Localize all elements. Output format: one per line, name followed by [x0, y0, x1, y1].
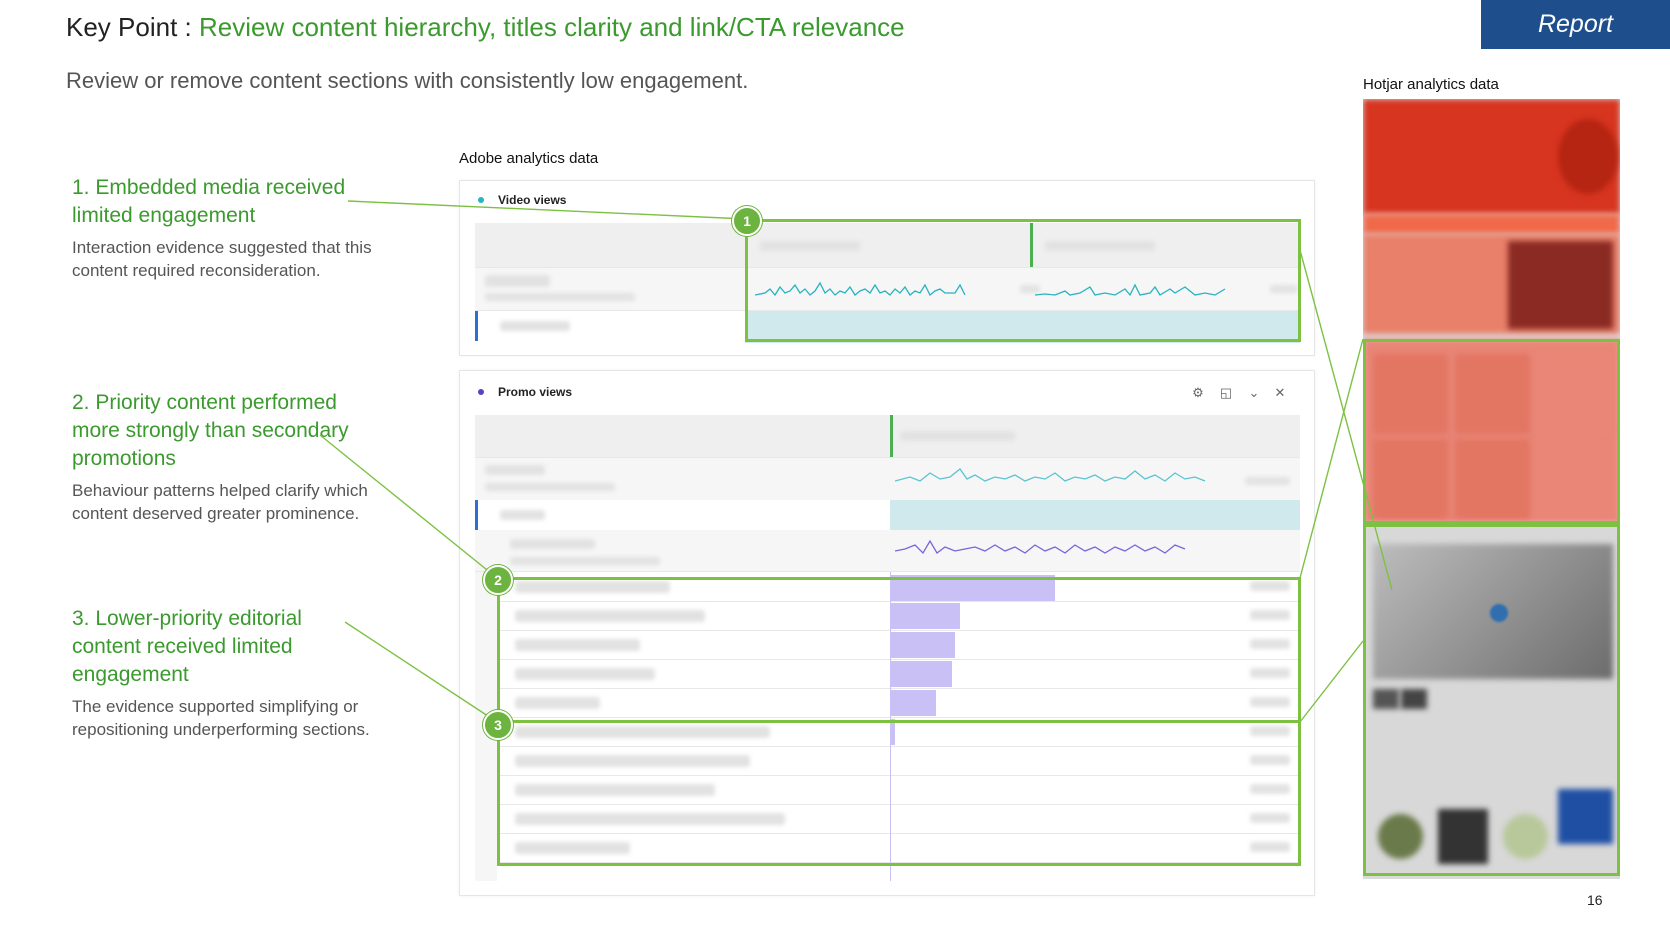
- highlight-editorial-rows: [497, 720, 1301, 866]
- key-point-text: Review content hierarchy, titles clarity…: [198, 12, 905, 42]
- hotjar-analytics-label: Hotjar analytics data: [1363, 76, 1499, 93]
- marker-2: 2: [483, 565, 513, 595]
- point-2-title: 2. Priority content performed more stron…: [72, 391, 349, 470]
- marker-1: 1: [732, 206, 762, 236]
- heatmap-hotspot: [1558, 119, 1618, 194]
- hotjar-heatmap: [1363, 99, 1620, 879]
- point-3-title: 3. Lower-priority editorial content rece…: [72, 607, 302, 686]
- expand-icon[interactable]: ◱: [1218, 385, 1234, 401]
- blurred-label: [510, 539, 595, 549]
- chevron-down-icon[interactable]: ⌄: [1246, 385, 1262, 401]
- video-views-dot: [478, 197, 484, 203]
- blurred-label: [510, 557, 660, 565]
- adobe-analytics-label: Adobe analytics data: [459, 150, 599, 167]
- highlight-priority-rows: [497, 577, 1301, 723]
- row-selected-indicator: [475, 500, 478, 530]
- promo-views-dot: [478, 389, 484, 395]
- point-3-body: The evidence supported simplifying or re…: [72, 697, 370, 739]
- blurred-label: [500, 321, 570, 331]
- heatmap-media-thumb: [1508, 241, 1613, 329]
- page-subtitle: Review or remove content sections with c…: [66, 68, 749, 93]
- row-divider: [475, 457, 1300, 458]
- promo-table-header: [475, 415, 1300, 457]
- blurred-label: [485, 275, 550, 287]
- highlight-video-row: [745, 219, 1301, 342]
- marker-3: 3: [483, 710, 513, 740]
- blurred-label: [500, 510, 545, 520]
- promo-views-title: Promo views: [498, 385, 573, 399]
- gear-icon[interactable]: ⚙: [1190, 385, 1206, 401]
- hotjar-highlight-editorial: [1363, 524, 1620, 876]
- row-selected-indicator: [475, 311, 478, 341]
- page-title: Key Point : Review content hierarchy, ti…: [66, 12, 905, 43]
- blurred-label: [485, 465, 545, 475]
- hotjar-highlight-priority: [1363, 339, 1620, 524]
- promo-sparkline-1: [895, 468, 1206, 482]
- point-2: 2. Priority content performed more stron…: [72, 389, 372, 525]
- key-point-label: Key Point :: [66, 12, 199, 42]
- heatmap-band: [1363, 214, 1620, 234]
- promo-sparkline-2: [895, 539, 1186, 555]
- blurred-column-header: [900, 431, 1015, 441]
- blurred-label: [485, 483, 615, 491]
- point-1: 1. Embedded media received limited engag…: [72, 174, 372, 282]
- point-2-body: Behaviour patterns helped clarify which …: [72, 481, 368, 523]
- video-views-title: Video views: [498, 193, 567, 207]
- blurred-value: [1245, 477, 1290, 485]
- column-marker: [890, 415, 893, 457]
- promo-row-teal: [890, 500, 1300, 530]
- blurred-label: [485, 293, 635, 301]
- point-3: 3. Lower-priority editorial content rece…: [72, 605, 372, 741]
- point-1-body: Interaction evidence suggested that this…: [72, 238, 372, 280]
- page-number: 16: [1587, 892, 1603, 908]
- close-icon[interactable]: ✕: [1272, 385, 1288, 401]
- report-tab[interactable]: Report: [1481, 0, 1670, 49]
- point-1-title: 1. Embedded media received limited engag…: [72, 176, 346, 227]
